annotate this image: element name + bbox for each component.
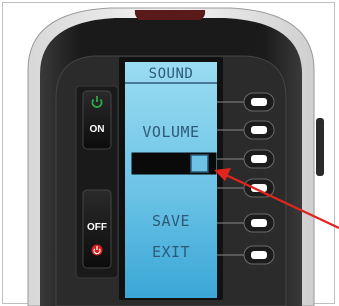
volume-bar-handle[interactable]	[190, 154, 209, 173]
menu-item-exit[interactable]: EXIT	[125, 243, 217, 261]
minus-bar-icon	[251, 251, 267, 259]
off-button-label: OFF	[87, 222, 107, 233]
minus-bar-icon	[251, 126, 267, 134]
volume-bar-fill	[134, 155, 191, 172]
on-button-label: ON	[89, 124, 105, 135]
power-off-icon	[91, 244, 103, 256]
menu-item-save[interactable]: SAVE	[125, 212, 217, 230]
menu-item-volume[interactable]: VOLUME	[125, 123, 217, 141]
minus-bar-icon	[251, 98, 267, 106]
side-rocker-button[interactable]	[316, 118, 324, 176]
lcd-title: SOUND	[148, 66, 194, 82]
lcd-screen	[125, 62, 217, 298]
ir-window	[134, 10, 206, 20]
minus-bar-icon	[251, 219, 267, 227]
minus-bar-icon	[251, 155, 267, 163]
